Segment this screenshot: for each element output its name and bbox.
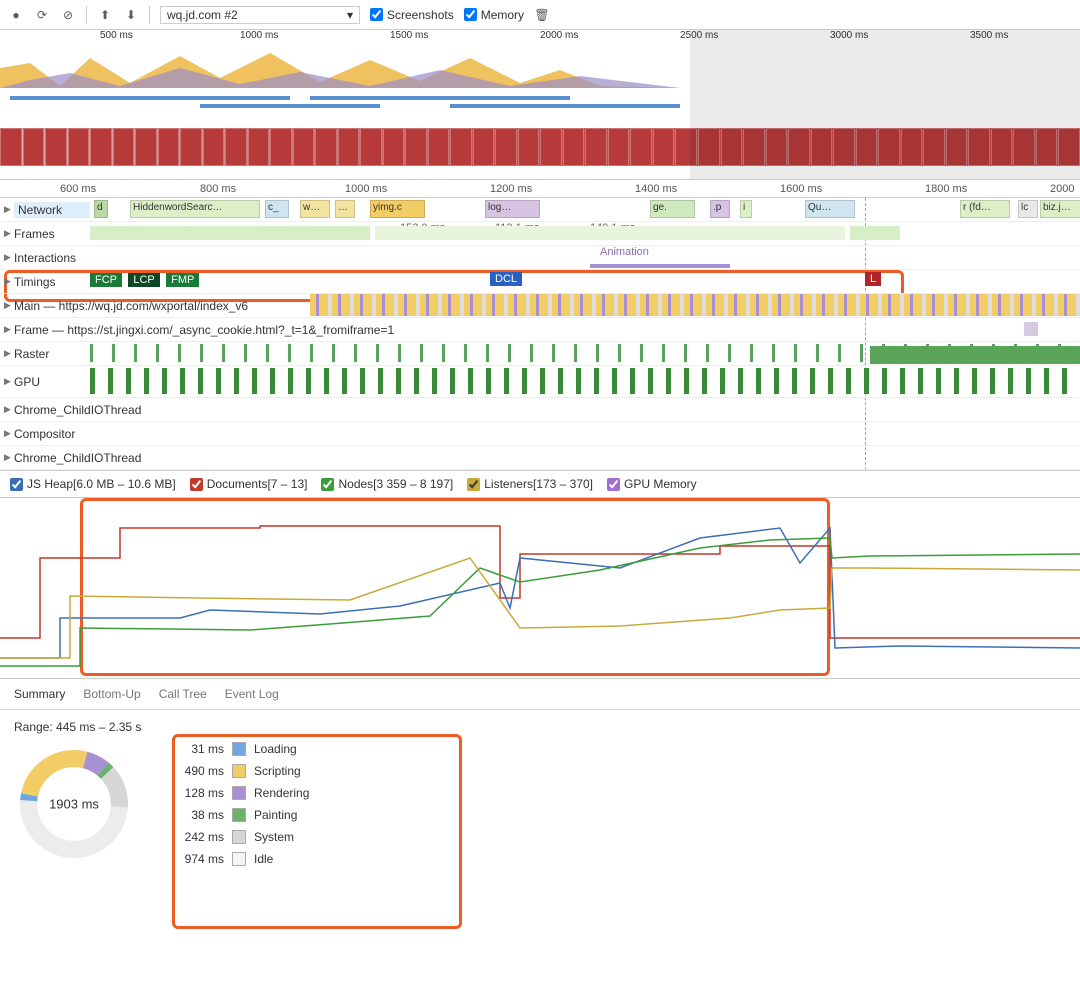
expand-icon[interactable]: ▶ bbox=[4, 348, 14, 359]
target-select[interactable]: wq.jd.com #2 ▾ bbox=[160, 6, 360, 24]
timing-fcp[interactable]: FCP bbox=[90, 273, 122, 287]
timing-lcp[interactable]: LCP bbox=[128, 273, 159, 287]
track-frame[interactable]: ▶ Frame — https://st.jingxi.com/_async_c… bbox=[0, 318, 1080, 342]
summary-panel: Range: 445 ms – 2.35 s 1903 ms 31 msLoad… bbox=[0, 710, 1080, 876]
expand-icon[interactable]: ▶ bbox=[4, 300, 14, 311]
legend-gpu[interactable]: GPU Memory bbox=[607, 477, 697, 491]
chevron-down-icon: ▾ bbox=[347, 8, 353, 22]
legend-docs[interactable]: Documents[7 – 13] bbox=[190, 477, 308, 491]
expand-icon[interactable]: ▶ bbox=[4, 276, 14, 287]
track-main[interactable]: ▶ Main — https://wq.jd.com/wxportal/inde… bbox=[0, 294, 1080, 318]
target-label: wq.jd.com #2 bbox=[167, 8, 238, 22]
track-network[interactable]: ▶ Network d HiddenwordSearc… c_ w… … yim… bbox=[0, 198, 1080, 222]
trash-icon[interactable]: 🗑 bbox=[534, 7, 550, 23]
flame-chart-area[interactable]: ▶ Network d HiddenwordSearc… c_ w… … yim… bbox=[0, 198, 1080, 470]
timing-dcl[interactable]: DCL bbox=[490, 272, 522, 286]
reload-icon[interactable]: ⟳ bbox=[34, 7, 50, 23]
download-icon[interactable]: ⬇ bbox=[123, 7, 139, 23]
legend-listeners[interactable]: Listeners[173 – 370] bbox=[467, 477, 593, 491]
clear-icon[interactable]: ⊘ bbox=[60, 7, 76, 23]
summary-donut: 1903 ms bbox=[14, 744, 134, 864]
memory-legend: JS Heap[6.0 MB – 10.6 MB] Documents[7 – … bbox=[0, 470, 1080, 498]
expand-icon[interactable]: ▶ bbox=[4, 376, 14, 387]
memory-checkbox[interactable]: Memory bbox=[464, 8, 524, 22]
tab-calltree[interactable]: Call Tree bbox=[159, 687, 207, 701]
tab-summary[interactable]: Summary bbox=[14, 687, 65, 701]
overview-mask bbox=[690, 30, 1080, 179]
track-childio2[interactable]: ▶Chrome_ChildIOThread bbox=[0, 446, 1080, 470]
highlight-summary bbox=[172, 734, 462, 929]
tab-bottomup[interactable]: Bottom-Up bbox=[83, 687, 140, 701]
summary-tabs: Summary Bottom-Up Call Tree Event Log bbox=[0, 678, 1080, 710]
expand-icon[interactable]: ▶ bbox=[4, 204, 14, 215]
track-compositor[interactable]: ▶Compositor bbox=[0, 422, 1080, 446]
legend-heap[interactable]: JS Heap[6.0 MB – 10.6 MB] bbox=[10, 477, 176, 491]
track-frames[interactable]: ▶ Frames 153.0 ms 112.1 ms 149.1 ms bbox=[0, 222, 1080, 246]
memory-chart[interactable] bbox=[0, 498, 1080, 678]
timing-fmp[interactable]: FMP bbox=[166, 273, 199, 287]
expand-icon[interactable]: ▶ bbox=[4, 228, 14, 239]
expand-icon[interactable]: ▶ bbox=[4, 324, 14, 335]
track-childio1[interactable]: ▶Chrome_ChildIOThread bbox=[0, 398, 1080, 422]
tab-eventlog[interactable]: Event Log bbox=[225, 687, 279, 701]
overview-timeline[interactable]: 500 ms 1000 ms 1500 ms 2000 ms 2500 ms 3… bbox=[0, 30, 1080, 180]
main-ruler[interactable]: 600 ms 800 ms 1000 ms 1200 ms 1400 ms 16… bbox=[0, 180, 1080, 198]
track-timings[interactable]: ▶ Timings FCP LCP FMP DCL L bbox=[0, 270, 1080, 294]
expand-icon[interactable]: ▶ bbox=[4, 252, 14, 263]
total-time: 1903 ms bbox=[49, 797, 99, 812]
record-icon[interactable]: ● bbox=[8, 7, 24, 23]
track-interactions[interactable]: ▶ Interactions Animation bbox=[0, 246, 1080, 270]
screenshots-checkbox[interactable]: Screenshots bbox=[370, 8, 454, 22]
toolbar: ● ⟳ ⊘ ⬆ ⬇ wq.jd.com #2 ▾ Screenshots Mem… bbox=[0, 0, 1080, 30]
track-raster[interactable]: ▶ Raster bbox=[0, 342, 1080, 366]
legend-nodes[interactable]: Nodes[3 359 – 8 197] bbox=[321, 477, 453, 491]
track-gpu[interactable]: ▶ GPU bbox=[0, 366, 1080, 398]
range-text: Range: 445 ms – 2.35 s bbox=[14, 720, 1066, 734]
upload-icon[interactable]: ⬆ bbox=[97, 7, 113, 23]
timing-load[interactable]: L bbox=[865, 272, 881, 286]
